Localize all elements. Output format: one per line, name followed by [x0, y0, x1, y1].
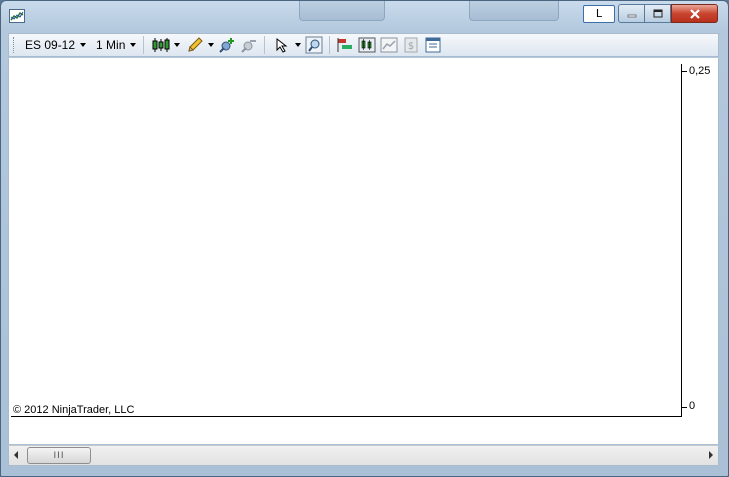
toolbar-separator	[264, 36, 266, 54]
interval-label: 1 Min	[96, 38, 126, 52]
chart-panel[interactable]: 0,25 0 © 2012 NinjaTrader, LLC	[8, 58, 719, 444]
chevron-down-icon	[174, 43, 181, 47]
drawing-tools-button[interactable]	[184, 35, 215, 55]
minimize-icon	[619, 5, 644, 22]
cursor-mode-button[interactable]	[271, 35, 302, 55]
chevron-down-icon	[295, 43, 302, 47]
link-button[interactable]: L	[583, 5, 615, 23]
toolbar-separator	[143, 36, 145, 54]
instrument-label: ES 09-12	[25, 38, 76, 52]
y-axis-label-bottom: 0	[689, 400, 696, 412]
scroll-left-icon[interactable]	[14, 451, 18, 459]
pencil-icon	[185, 35, 205, 55]
thumb-grip: III	[53, 450, 65, 461]
strategy-icon[interactable]	[335, 35, 355, 55]
cursor-icon	[272, 35, 292, 55]
y-axis-tick	[682, 407, 687, 408]
y-axis-label-top: 0,25	[689, 65, 711, 77]
properties-icon[interactable]	[423, 35, 443, 55]
scrollbar-thumb[interactable]: III	[27, 447, 91, 464]
maximize-icon	[645, 5, 670, 22]
horizontal-scrollbar[interactable]: III	[8, 445, 719, 466]
add-indicator-icon[interactable]	[217, 35, 237, 55]
chart-toolbar: ES 09-12 1 Min $	[8, 33, 719, 57]
remove-indicator-icon[interactable]	[239, 35, 259, 55]
window-bottom-border	[1, 467, 728, 477]
data-series-icon[interactable]	[379, 35, 399, 55]
chart-app-icon	[9, 9, 25, 23]
chevron-down-icon	[80, 43, 87, 47]
candlestick-icon	[151, 35, 171, 55]
scroll-right-icon[interactable]	[709, 451, 713, 459]
chart-window: L ES 09-12 1 Min $ 0,25 0 © 2012 NinjaTr…	[0, 0, 729, 477]
dollar-icon[interactable]: $	[401, 35, 421, 55]
chevron-down-icon	[130, 43, 137, 47]
toolbar-separator	[329, 36, 331, 54]
title-bar[interactable]: L	[1, 1, 728, 31]
svg-text:$: $	[408, 41, 414, 52]
chart-trader-icon[interactable]	[357, 35, 377, 55]
toolbar-grip[interactable]	[13, 37, 16, 53]
chevron-down-icon	[208, 43, 215, 47]
instrument-selector[interactable]: ES 09-12	[22, 35, 89, 55]
minimize-button[interactable]	[618, 4, 645, 23]
copyright-text: © 2012 NinjaTrader, LLC	[13, 404, 135, 416]
y-axis-tick	[682, 71, 687, 72]
close-button[interactable]	[671, 4, 718, 23]
price-plot[interactable]	[11, 64, 682, 417]
bar-type-button[interactable]	[150, 35, 181, 55]
close-icon	[672, 5, 717, 22]
maximize-button[interactable]	[644, 4, 671, 23]
interval-selector[interactable]: 1 Min	[93, 35, 139, 55]
zoom-icon[interactable]	[304, 35, 324, 55]
